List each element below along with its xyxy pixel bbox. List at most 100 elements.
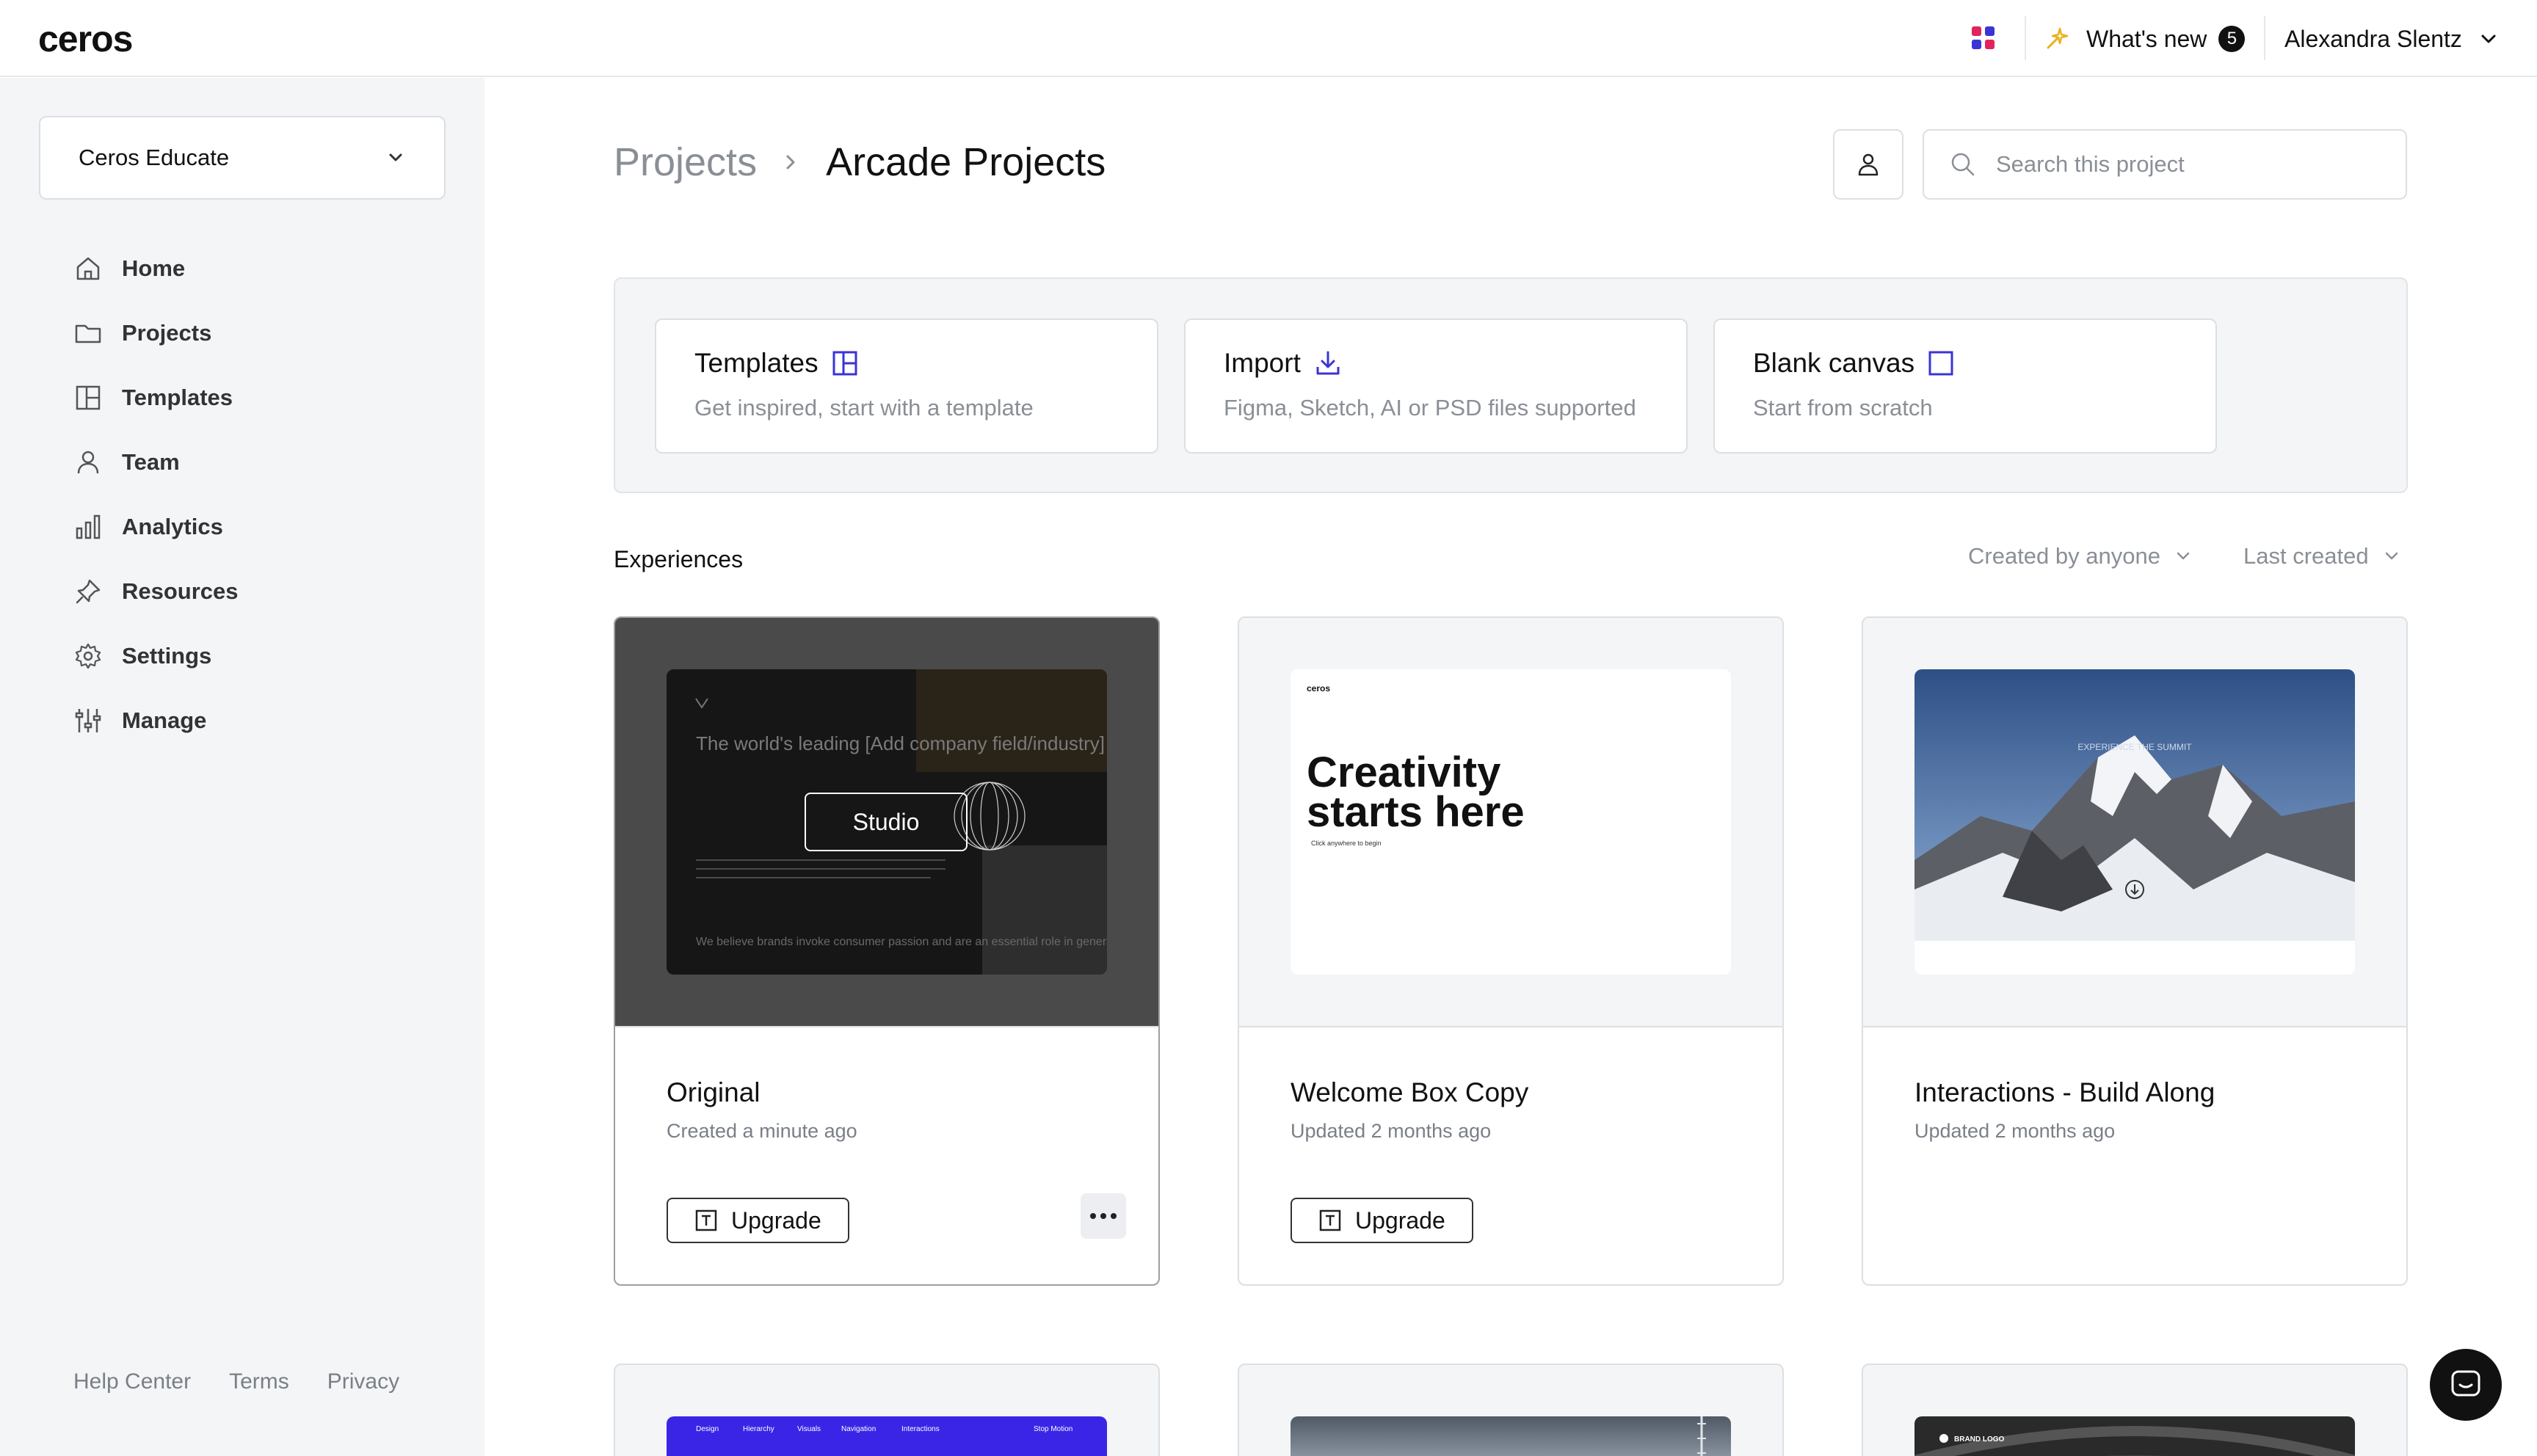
card-thumbnail: Design Hierarchy Visuals Navigation Inte… bbox=[667, 1416, 1107, 1456]
sidebar-item-label: Templates bbox=[122, 385, 233, 410]
more-horizontal-icon bbox=[1090, 1213, 1117, 1219]
whats-new-button[interactable]: What's new 5 bbox=[2044, 21, 2246, 57]
thumbnail-nav-item: Interactions bbox=[901, 1425, 940, 1433]
download-icon bbox=[1316, 351, 1340, 375]
sort-filter-label: Last created bbox=[2243, 543, 2369, 569]
thumbnail-nav-item: Navigation bbox=[841, 1425, 876, 1433]
sidebar-item-settings[interactable]: Settings bbox=[73, 624, 239, 688]
terms-link[interactable]: Terms bbox=[229, 1369, 289, 1394]
created-by-filter-label: Created by anyone bbox=[1968, 543, 2160, 569]
card-thumbnail-area: EXPERIENCE THE SUMMIT bbox=[1863, 618, 2406, 1027]
studio-button[interactable]: Studio bbox=[805, 793, 968, 851]
thumbnail-brand-logo: BRAND LOGO bbox=[1954, 1435, 2005, 1444]
thumbnail-nav-item: Hierarchy bbox=[743, 1425, 774, 1433]
page-title: Arcade Projects bbox=[826, 140, 1106, 184]
sidebar-item-analytics[interactable]: Analytics bbox=[73, 495, 239, 559]
thumbnail-caption: EXPERIENCE THE SUMMIT bbox=[2077, 742, 2192, 752]
experience-card-original[interactable]: The world's leading [Add company field/i… bbox=[614, 616, 1160, 1286]
top-bar: ceros What's new 5 Alexandra Slentz bbox=[0, 0, 2537, 77]
experience-card[interactable]: Design Hierarchy Visuals Navigation Inte… bbox=[614, 1364, 1160, 1456]
square-icon bbox=[1928, 351, 1953, 376]
upgrade-button-label: Upgrade bbox=[1355, 1206, 1445, 1234]
card-meta: Updated 2 months ago bbox=[1291, 1120, 1492, 1142]
thumbnail-nav-item: Design bbox=[696, 1425, 719, 1433]
sidebar-item-team[interactable]: Team bbox=[73, 430, 239, 495]
blank-canvas-card[interactable]: Blank canvas Start from scratch bbox=[1713, 318, 2217, 454]
more-options-button[interactable] bbox=[1081, 1193, 1126, 1239]
card-meta: Updated 2 months ago bbox=[1914, 1120, 2116, 1142]
thumbnail-headline-2: starts here bbox=[1307, 788, 1525, 836]
templates-icon bbox=[76, 385, 101, 410]
sidebar-item-resources[interactable]: Resources bbox=[73, 559, 239, 624]
card-title[interactable]: Original bbox=[667, 1077, 761, 1108]
chevron-down-icon bbox=[2177, 552, 2190, 560]
sidebar-item-label: Resources bbox=[122, 578, 239, 604]
sidebar-item-templates[interactable]: Templates bbox=[73, 365, 239, 430]
sidebar-item-label: Analytics bbox=[122, 514, 223, 539]
help-center-link[interactable]: Help Center bbox=[73, 1369, 191, 1394]
thumbnail-caption: Click anywhere to begin bbox=[1311, 840, 1382, 847]
templates-card[interactable]: Templates Get inspired, start with a tem… bbox=[655, 318, 1158, 454]
gear-icon bbox=[75, 643, 101, 669]
import-card-subtitle: Figma, Sketch, AI or PSD files supported bbox=[1224, 395, 1636, 421]
card-thumbnail bbox=[1291, 1416, 1731, 1456]
apps-grid-icon[interactable] bbox=[1972, 26, 1995, 50]
chevron-right-icon bbox=[786, 155, 795, 170]
sidebar-item-home[interactable]: Home bbox=[73, 236, 239, 301]
sort-filter[interactable]: Last created bbox=[2243, 543, 2401, 569]
whats-new-count-badge: 5 bbox=[2218, 26, 2246, 52]
blank-canvas-card-title: Blank canvas bbox=[1753, 348, 1915, 378]
upgrade-button[interactable]: Upgrade bbox=[1291, 1198, 1473, 1243]
sidebar-nav: Home Projects Templates Team Analytics R… bbox=[73, 236, 239, 753]
workspace-selector[interactable]: Ceros Educate bbox=[39, 116, 446, 200]
blank-canvas-card-subtitle: Start from scratch bbox=[1753, 395, 1933, 421]
upgrade-button-label: Upgrade bbox=[731, 1206, 821, 1234]
experience-card[interactable] bbox=[1238, 1364, 1784, 1456]
breadcrumb: Projects Arcade Projects bbox=[614, 139, 1106, 185]
thumbnail-body-text: We believe brands invoke consumer passio… bbox=[696, 936, 1107, 948]
card-thumbnail: EXPERIENCE THE SUMMIT bbox=[1914, 669, 2355, 975]
upgrade-button[interactable]: Upgrade bbox=[667, 1198, 849, 1243]
thumbnail-preview: ceros Creativity starts here Click anywh… bbox=[1291, 669, 1731, 975]
thumbnail-preview: Design Hierarchy Visuals Navigation Inte… bbox=[696, 1425, 1072, 1433]
card-thumbnail: ceros Creativity starts here Click anywh… bbox=[1291, 669, 1731, 975]
create-panel: Templates Get inspired, start with a tem… bbox=[614, 277, 2408, 493]
experience-card[interactable]: BRAND LOGO bbox=[1862, 1364, 2408, 1456]
bar-chart-icon bbox=[76, 514, 101, 539]
card-title[interactable]: Interactions - Build Along bbox=[1914, 1077, 2215, 1108]
experience-card-interactions-build-along[interactable]: EXPERIENCE THE SUMMIT Interactions - Bui… bbox=[1862, 616, 2408, 1286]
chat-icon bbox=[2451, 1370, 2480, 1397]
created-by-filter[interactable]: Created by anyone bbox=[1968, 543, 2193, 569]
topbar-divider bbox=[2264, 16, 2265, 60]
privacy-link[interactable]: Privacy bbox=[327, 1369, 399, 1394]
templates-card-subtitle: Get inspired, start with a template bbox=[694, 395, 1034, 421]
sidebar-item-projects[interactable]: Projects bbox=[73, 301, 239, 365]
user-icon bbox=[1858, 153, 1879, 176]
mountain-image: EXPERIENCE THE SUMMIT bbox=[1914, 669, 2355, 975]
ceros-logo[interactable]: ceros bbox=[38, 18, 133, 60]
search-box bbox=[1923, 129, 2407, 200]
topbar-divider bbox=[2025, 16, 2026, 60]
breadcrumb-projects[interactable]: Projects bbox=[614, 139, 757, 185]
user-icon bbox=[77, 451, 99, 474]
user-name: Alexandra Slentz bbox=[2284, 25, 2462, 52]
card-title[interactable]: Welcome Box Copy bbox=[1291, 1077, 1528, 1108]
thumbnail-nav-item: Visuals bbox=[797, 1425, 821, 1433]
import-card[interactable]: Import Figma, Sketch, AI or PSD files su… bbox=[1184, 318, 1688, 454]
chevron-down-icon bbox=[389, 153, 402, 161]
project-members-button[interactable] bbox=[1833, 129, 1903, 200]
thumbnail-preview bbox=[1697, 1416, 1706, 1456]
sidebar-item-manage[interactable]: Manage bbox=[73, 688, 239, 753]
search-input[interactable] bbox=[1996, 151, 2392, 178]
sidebar-item-label: Home bbox=[122, 255, 186, 281]
thumbnail-headline: The world's leading [Add company field/i… bbox=[696, 732, 1105, 754]
sparkle-icon bbox=[2047, 27, 2069, 49]
user-menu[interactable]: Alexandra Slentz bbox=[2284, 21, 2499, 57]
workspace-name: Ceros Educate bbox=[79, 145, 230, 170]
sidebar: Ceros Educate Home Projects Templates Te… bbox=[0, 78, 484, 1456]
chat-launcher-button[interactable] bbox=[2430, 1349, 2502, 1421]
text-box-icon bbox=[695, 1209, 717, 1231]
home-icon bbox=[76, 257, 100, 280]
import-card-title: Import bbox=[1224, 348, 1301, 378]
experience-card-welcome-box-copy[interactable]: ceros Creativity starts here Click anywh… bbox=[1238, 616, 1784, 1286]
